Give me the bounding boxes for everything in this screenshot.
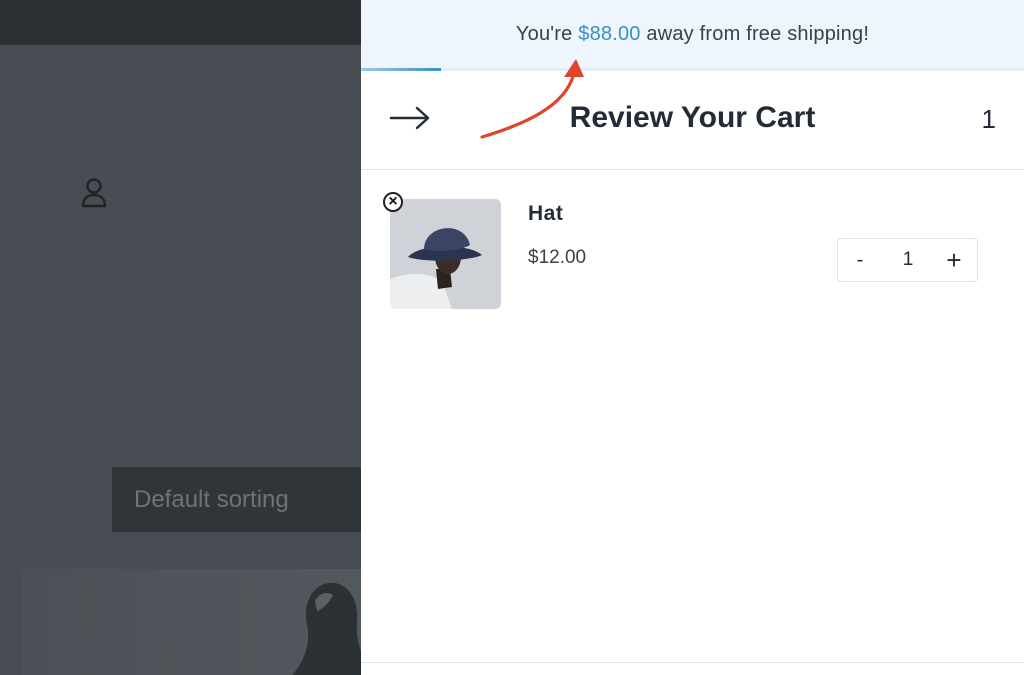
quantity-stepper: - 1 + [837,238,978,282]
cart-header: Review Your Cart 1 [361,71,1024,170]
shipping-remaining-amount: $88.00 [578,23,641,45]
person-silhouette-image [292,582,361,675]
background-product-image [22,569,361,675]
increase-quantity-button[interactable]: + [939,239,969,281]
quantity-value[interactable]: 1 [890,239,926,281]
footer-divider [361,662,1024,663]
cart-item-count: 1 [981,104,996,134]
background-header [0,0,361,45]
item-price: $12.00 [528,247,587,268]
background-page-overlay[interactable]: Default sorting [0,0,361,675]
shipping-suffix: away from free shipping! [646,23,870,45]
shipping-prefix: You're [515,23,573,45]
cart-drawer: You're $88.00 away from free shipping! R… [361,0,1024,675]
cart-title: Review Your Cart [569,101,816,134]
user-icon [81,178,107,208]
decrease-quantity-button[interactable]: - [846,239,874,281]
hat-product-image[interactable] [390,199,501,309]
sorting-select[interactable]: Default sorting [112,467,361,532]
free-shipping-banner: You're $88.00 away from free shipping! [361,0,1024,68]
remove-item-close-icon[interactable]: × [383,192,403,212]
item-name[interactable]: Hat [528,202,563,226]
cart-line-item: × Hat $12.00 - 1 + [361,170,1024,330]
